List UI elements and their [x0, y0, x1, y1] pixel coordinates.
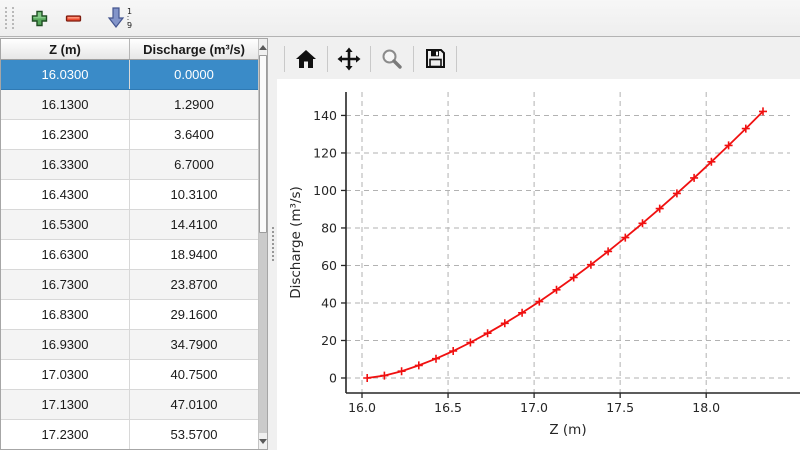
table-row[interactable]: 16.430010.3100: [1, 180, 258, 210]
y-tick-label: 120: [313, 145, 337, 160]
table-cell[interactable]: 16.1300: [1, 90, 130, 120]
table-row[interactable]: 16.33006.7000: [1, 150, 258, 180]
table-row[interactable]: 16.23003.6400: [1, 120, 258, 150]
zoom-icon: [381, 48, 403, 70]
y-tick-label: 100: [313, 183, 337, 198]
table-row[interactable]: 17.230053.5700: [1, 420, 258, 450]
table-row[interactable]: 16.13001.2900: [1, 90, 258, 120]
y-axis-label: Discharge (m³/s): [288, 186, 304, 299]
x-axis-label: Z (m): [549, 422, 586, 438]
pan-button[interactable]: [335, 44, 363, 74]
toolbar-separator: [456, 46, 457, 72]
table-cell[interactable]: 1.2900: [130, 90, 259, 120]
table-header-row: Z (m) Discharge (m³/s): [1, 39, 258, 60]
application-window: { "window": { "background": "#f0f0f0", "…: [0, 0, 800, 450]
save-icon: [425, 48, 446, 69]
y-tick-label: 0: [329, 370, 337, 385]
table-cell[interactable]: 14.4100: [130, 210, 259, 240]
table-cell[interactable]: 16.6300: [1, 240, 130, 270]
x-tick-label: 17.0: [520, 400, 548, 415]
x-tick-label: 16.5: [434, 400, 462, 415]
zoom-rect-button[interactable]: [378, 44, 406, 74]
minus-icon: [64, 9, 83, 28]
rating-table-panel: Z (m) Discharge (m³/s) 16.03000.000016.1…: [0, 38, 268, 450]
table-cell[interactable]: 16.2300: [1, 120, 130, 150]
toolbar-separator: [413, 46, 414, 72]
y-tick-label: 60: [321, 258, 337, 273]
sort-ascending-icon: 1 9: [105, 6, 135, 30]
y-tick-label: 40: [321, 295, 337, 310]
table-cell[interactable]: 16.8300: [1, 300, 130, 330]
scroll-up-icon: [259, 45, 267, 50]
table-cell[interactable]: 16.5300: [1, 210, 130, 240]
splitter-grip-icon: [272, 227, 274, 261]
table-row[interactable]: 17.030040.7500: [1, 360, 258, 390]
scrollbar-track[interactable]: [259, 55, 267, 433]
table-cell[interactable]: 0.0000: [130, 60, 259, 90]
column-header-discharge[interactable]: Discharge (m³/s): [130, 39, 259, 60]
toolbar-drag-handle[interactable]: [5, 7, 14, 29]
table-cell[interactable]: 40.7500: [130, 360, 259, 390]
home-view-button[interactable]: [292, 44, 320, 74]
table-cell[interactable]: 53.5700: [130, 420, 259, 450]
table-cell[interactable]: 16.9300: [1, 330, 130, 360]
y-tick-label: 140: [313, 108, 337, 123]
scroll-down-button[interactable]: [259, 433, 267, 449]
toolbar-separator: [327, 46, 328, 72]
table-row[interactable]: 16.03000.0000: [1, 60, 258, 90]
table-cell[interactable]: 29.1600: [130, 300, 259, 330]
scrollbar-thumb[interactable]: [259, 55, 267, 233]
x-tick-label: 18.0: [692, 400, 720, 415]
chart-figure: 16.0 16.5 17.0 17.5 18.0 0 20 40 60 80 100 120 140 Z …: [277, 79, 800, 450]
y-tick-label: 20: [321, 333, 337, 348]
sort-badge-top: 1: [127, 7, 132, 16]
table-cell[interactable]: 17.1300: [1, 390, 130, 420]
main-toolbar: 1 9: [0, 0, 800, 37]
table-row[interactable]: 17.130047.0100: [1, 390, 258, 420]
table-cell[interactable]: 16.4300: [1, 180, 130, 210]
table-cell[interactable]: 34.7900: [130, 330, 259, 360]
add-row-button[interactable]: [24, 4, 54, 32]
chart-canvas[interactable]: 16.0 16.5 17.0 17.5 18.0 0 20 40 60 80 100 120 140 Z …: [277, 79, 800, 450]
scroll-down-icon: [259, 439, 267, 444]
pan-icon: [337, 47, 361, 71]
panel-splitter[interactable]: [268, 38, 277, 450]
table-row[interactable]: 16.730023.8700: [1, 270, 258, 300]
table-cell[interactable]: 6.7000: [130, 150, 259, 180]
y-tick-label: 80: [321, 220, 337, 235]
save-figure-button[interactable]: [421, 44, 449, 74]
table-cell[interactable]: 23.8700: [130, 270, 259, 300]
table-cell[interactable]: 17.0300: [1, 360, 130, 390]
table-cell[interactable]: 16.7300: [1, 270, 130, 300]
toolbar-separator: [370, 46, 371, 72]
scroll-up-button[interactable]: [259, 39, 267, 55]
x-tick-label: 17.5: [606, 400, 634, 415]
rating-table: Z (m) Discharge (m³/s) 16.03000.000016.1…: [1, 39, 258, 449]
x-tick-label: 16.0: [348, 400, 376, 415]
toolbar-separator: [284, 46, 285, 72]
sort-ascending-button[interactable]: 1 9: [102, 4, 138, 32]
table-cell[interactable]: 47.0100: [130, 390, 259, 420]
table-row[interactable]: 16.830029.1600: [1, 300, 258, 330]
chart-toolbar: [277, 38, 800, 79]
table-row[interactable]: 16.530014.4100: [1, 210, 258, 240]
vertical-scrollbar[interactable]: [258, 39, 267, 449]
table-cell[interactable]: 16.3300: [1, 150, 130, 180]
table-row[interactable]: 16.930034.7900: [1, 330, 258, 360]
plus-icon: [30, 9, 49, 28]
table-cell[interactable]: 18.9400: [130, 240, 259, 270]
table-cell[interactable]: 16.0300: [1, 60, 130, 90]
table-row[interactable]: 16.630018.9400: [1, 240, 258, 270]
table-cell[interactable]: 3.6400: [130, 120, 259, 150]
home-icon: [295, 49, 317, 69]
rating-table-body: 16.03000.000016.13001.290016.23003.64001…: [1, 60, 258, 450]
table-cell[interactable]: 17.2300: [1, 420, 130, 450]
remove-row-button[interactable]: [58, 4, 88, 32]
data-line: [367, 111, 763, 378]
column-header-z[interactable]: Z (m): [1, 39, 130, 60]
table-cell[interactable]: 10.3100: [130, 180, 259, 210]
